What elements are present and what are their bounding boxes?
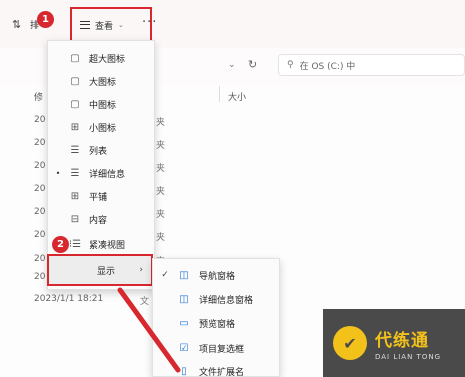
watermark: ✔ 代练通 DAI LIAN TONG	[323, 309, 465, 377]
watermark-logo-icon: ✔	[333, 326, 367, 360]
watermark-title: 代练通	[375, 330, 429, 351]
watermark-subtitle: DAI LIAN TONG	[375, 352, 442, 361]
